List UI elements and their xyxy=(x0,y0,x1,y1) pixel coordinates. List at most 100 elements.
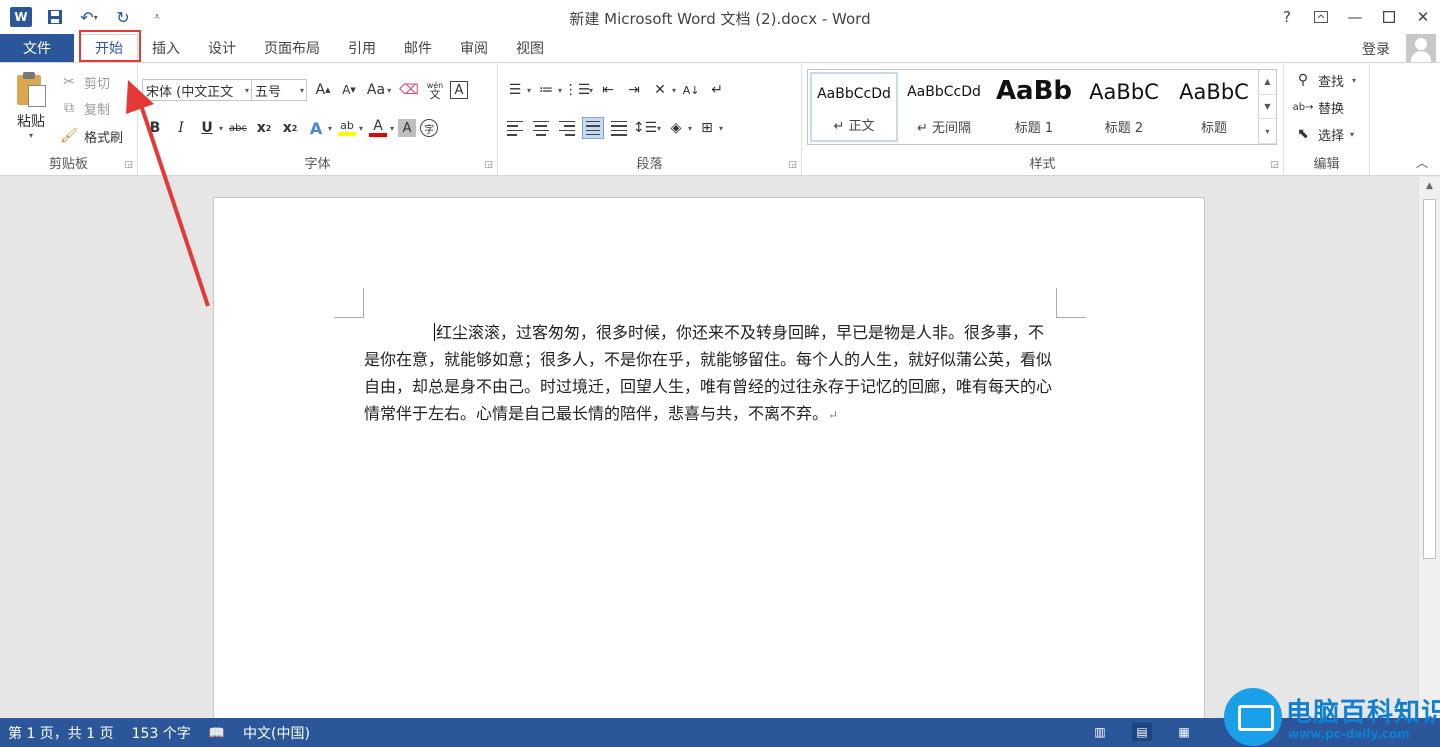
subscript-icon[interactable]: x2 xyxy=(253,117,275,139)
font-color-icon[interactable]: A xyxy=(367,117,389,139)
proofing-icon[interactable]: 📖 xyxy=(209,726,225,741)
tab-page-layout[interactable]: 页面布局 xyxy=(250,34,334,62)
chevron-down-icon[interactable]: ▾ xyxy=(672,86,676,95)
scrollbar-thumb[interactable] xyxy=(1423,199,1436,559)
more-styles-icon[interactable]: ▾ xyxy=(1259,119,1276,145)
chevron-down-icon[interactable]: ▼ xyxy=(1259,95,1276,120)
redo-icon[interactable]: ↻ xyxy=(112,6,134,28)
strikethrough-icon[interactable]: abc xyxy=(227,117,249,139)
chevron-down-icon[interactable]: ▾ xyxy=(589,86,593,95)
style-heading-2[interactable]: AaBbC 标题 2 xyxy=(1080,72,1168,142)
clipboard-launcher-icon[interactable]: ◲ xyxy=(124,160,133,170)
word-logo-icon[interactable]: W xyxy=(10,7,32,27)
style-normal[interactable]: AaBbCcDd ↵ 正文 xyxy=(810,72,898,142)
italic-icon[interactable]: I xyxy=(170,117,192,139)
chevron-down-icon[interactable]: ▾ xyxy=(390,124,394,133)
show-marks-icon[interactable]: ↵ xyxy=(706,79,728,101)
bold-icon[interactable]: B xyxy=(144,117,166,139)
character-shading-icon[interactable]: A xyxy=(398,119,417,137)
character-border-icon[interactable]: A xyxy=(450,81,468,99)
tab-view[interactable]: 视图 xyxy=(502,34,558,62)
change-case-icon[interactable]: Aa ▾ xyxy=(364,79,394,101)
style-no-spacing[interactable]: AaBbCcDd ↵ 无间隔 xyxy=(900,72,988,142)
style-heading-1[interactable]: AaBb 标题 1 xyxy=(990,72,1078,142)
text-effects-icon[interactable]: A xyxy=(305,117,327,139)
word-count[interactable]: 153 个字 xyxy=(132,723,191,743)
tab-mailings[interactable]: 邮件 xyxy=(390,34,446,62)
collapse-ribbon-icon[interactable]: ︿ xyxy=(1416,154,1428,171)
font-size-combo[interactable]: 五号 ▾ xyxy=(251,79,307,101)
paste-button[interactable]: 粘贴 ▾ xyxy=(10,71,52,151)
chevron-down-icon[interactable]: ▾ xyxy=(558,86,562,95)
chevron-down-icon[interactable]: ▾ xyxy=(719,124,723,133)
line-spacing-icon[interactable]: ↕☰ xyxy=(633,117,657,139)
style-title[interactable]: AaBbC 标题 xyxy=(1170,72,1258,142)
tab-references[interactable]: 引用 xyxy=(334,34,390,62)
chevron-down-icon[interactable]: ▾ xyxy=(328,124,332,133)
customize-qat-icon[interactable]: ⩡ xyxy=(146,6,168,28)
cut-button[interactable]: ✂ 剪切 xyxy=(58,71,110,93)
grow-font-icon[interactable]: A ▲ xyxy=(312,79,334,101)
scroll-up-icon[interactable]: ▲ xyxy=(1419,181,1440,191)
language-indicator[interactable]: 中文(中国) xyxy=(243,723,310,743)
decrease-indent-icon[interactable]: ⇤ xyxy=(597,79,619,101)
justify-icon[interactable] xyxy=(582,117,604,139)
undo-icon[interactable]: ↶ ▾ xyxy=(78,6,100,28)
tab-review[interactable]: 审阅 xyxy=(446,34,502,62)
format-painter-button[interactable]: 🖌 格式刷 xyxy=(58,125,123,147)
shrink-font-icon[interactable]: A ▼ xyxy=(338,79,360,101)
tab-file[interactable]: 文件 xyxy=(0,34,74,62)
save-icon[interactable] xyxy=(44,6,66,28)
clear-formatting-icon[interactable]: ⌫ xyxy=(398,79,420,101)
underline-icon[interactable]: U xyxy=(196,117,218,139)
vertical-scrollbar[interactable]: ▲ xyxy=(1418,177,1440,718)
help-button[interactable]: ? xyxy=(1270,0,1304,34)
shading-icon[interactable]: ◈ xyxy=(665,117,687,139)
distributed-icon[interactable] xyxy=(608,117,630,139)
avatar[interactable] xyxy=(1406,34,1436,62)
sort-icon[interactable]: A↓ xyxy=(680,79,702,101)
multilevel-list-icon[interactable]: ⋮☰ xyxy=(564,79,591,101)
chevron-down-icon[interactable]: ▾ xyxy=(359,124,363,133)
minimize-icon[interactable]: — xyxy=(1338,0,1372,34)
read-mode-icon[interactable]: ▥ xyxy=(1090,723,1110,741)
bullets-icon[interactable]: ☰ xyxy=(504,79,526,101)
select-button[interactable]: ⬉ 选择 ▾ xyxy=(1292,123,1354,145)
styles-launcher-icon[interactable]: ◲ xyxy=(1270,160,1279,170)
phonetic-guide-icon[interactable]: wén 文 xyxy=(424,79,446,101)
find-button[interactable]: ⚲ 查找 ▾ xyxy=(1292,69,1356,91)
chevron-up-icon[interactable]: ▲ xyxy=(1259,70,1276,95)
superscript-icon[interactable]: x2 xyxy=(279,117,301,139)
margin-corner-top-left xyxy=(334,288,364,318)
close-icon[interactable]: ✕ xyxy=(1406,0,1440,34)
ribbon-display-options-icon[interactable] xyxy=(1304,0,1338,34)
font-name-combo[interactable]: 宋体 (中文正文 ▾ xyxy=(142,79,252,101)
copy-button[interactable]: ⧉ 复制 xyxy=(58,97,110,119)
web-layout-icon[interactable]: ▦ xyxy=(1174,723,1194,741)
highlight-color-icon[interactable]: ab xyxy=(336,117,358,139)
numbering-icon[interactable]: ≔ xyxy=(535,79,557,101)
paragraph-launcher-icon[interactable]: ◲ xyxy=(788,160,797,170)
maximize-icon[interactable] xyxy=(1372,0,1406,34)
chevron-down-icon[interactable]: ▾ xyxy=(688,124,692,133)
chevron-down-icon[interactable]: ▾ xyxy=(219,124,223,133)
font-launcher-icon[interactable]: ◲ xyxy=(484,160,493,170)
tab-design[interactable]: 设计 xyxy=(194,34,250,62)
tab-home[interactable]: 开始 xyxy=(80,34,138,62)
document-body[interactable]: 红尘滚滚，过客匆匆，很多时候，你还来不及转身回眸，早已是物是人非。很多事，不是你… xyxy=(364,319,1056,429)
align-left-icon[interactable] xyxy=(504,117,526,139)
tab-insert[interactable]: 插入 xyxy=(138,34,194,62)
page-count[interactable]: 第 1 页，共 1 页 xyxy=(8,723,114,743)
chinese-layout-icon[interactable]: ✕ xyxy=(649,79,671,101)
align-center-icon[interactable] xyxy=(530,117,552,139)
print-layout-icon[interactable]: ▤ xyxy=(1132,723,1152,741)
enclose-characters-icon[interactable]: 字 xyxy=(420,119,439,137)
borders-icon[interactable]: ⊞ xyxy=(696,117,718,139)
chevron-down-icon[interactable]: ▾ xyxy=(657,124,661,133)
document-page[interactable]: 红尘滚滚，过客匆匆，很多时候，你还来不及转身回眸，早已是物是人非。很多事，不是你… xyxy=(213,197,1205,718)
align-right-icon[interactable] xyxy=(556,117,578,139)
chevron-down-icon[interactable]: ▾ xyxy=(527,86,531,95)
replace-button[interactable]: ab→ 替换 xyxy=(1292,96,1344,118)
login-link[interactable]: 登录 xyxy=(1362,39,1390,59)
increase-indent-icon[interactable]: ⇥ xyxy=(623,79,645,101)
